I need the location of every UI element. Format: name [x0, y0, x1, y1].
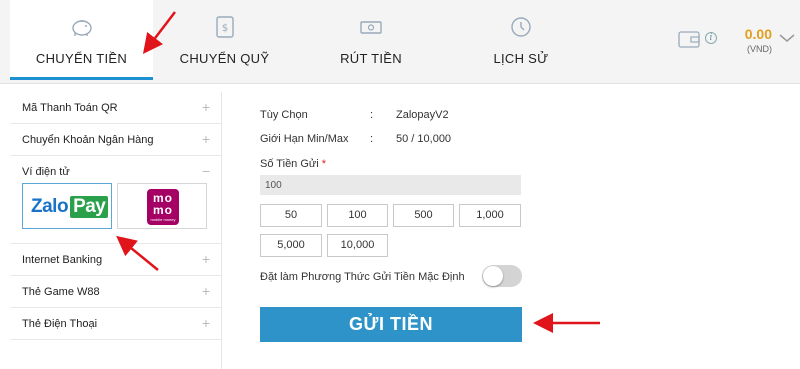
sidebar-item-label: Internet Banking: [22, 254, 103, 266]
option-value: ZalopayV2: [396, 109, 449, 121]
quick-amount-chip[interactable]: 50: [260, 204, 322, 227]
quick-amount-chip[interactable]: 10,000: [327, 234, 388, 257]
sidebar-item-label: Chuyển Khoản Ngân Hàng: [22, 134, 154, 146]
cash-icon: [360, 21, 382, 34]
info-icon[interactable]: i: [705, 32, 717, 44]
option-label: Tùy Chọn: [260, 109, 308, 121]
sidebar-item-label: Thẻ Game W88: [22, 286, 100, 298]
quick-amount-chip[interactable]: 1,000: [459, 204, 521, 227]
tab-label: RÚT TIỀN: [340, 51, 402, 66]
tab-label: CHUYỂN TIỀN: [35, 51, 128, 66]
momo-logo: mo mo mobile money: [147, 189, 179, 225]
quick-amount-chip[interactable]: 100: [327, 204, 388, 227]
momo-option[interactable]: mo mo mobile money: [117, 183, 207, 229]
expand-icon: +: [201, 251, 210, 267]
required-mark: *: [321, 158, 327, 170]
amount-label: Số Tiền Gửi *: [260, 158, 327, 170]
expand-icon: +: [201, 315, 210, 331]
tab-label: LỊCH SỬ: [493, 51, 549, 66]
collapse-icon: −: [201, 163, 210, 179]
zalopay-option[interactable]: Zalo Pay: [22, 183, 112, 229]
wallet-balance[interactable]: i 0.00 (VND): [660, 0, 800, 80]
option-separator: :: [370, 109, 374, 121]
sidebar-item-bank-transfer[interactable]: Chuyển Khoản Ngân Hàng +: [10, 124, 222, 156]
quick-amount-chip[interactable]: 5,000: [260, 234, 322, 257]
expand-icon: +: [201, 283, 210, 299]
top-navigation: CHUYỂN TIỀN $ CHUYỂN QUỸ RÚT TIỀN LỊCH S…: [0, 0, 800, 84]
toggle-knob: [483, 266, 503, 286]
limit-value: 50 / 10,000: [396, 133, 452, 145]
sidebar-item-label: Mã Thanh Toán QR: [22, 102, 118, 114]
expand-icon: +: [201, 99, 210, 115]
sidebar-item-label: Thẻ Điện Thoại: [22, 318, 98, 330]
sidebar-item-label: Ví điện tử: [22, 166, 70, 178]
expand-icon: +: [201, 131, 210, 147]
sidebar-item-phone-card[interactable]: Thẻ Điện Thoại +: [10, 308, 222, 340]
balance-amount: 0.00: [744, 26, 772, 42]
quick-amount-chip[interactable]: 500: [393, 204, 454, 227]
clock-icon: [511, 17, 531, 37]
tab-lich-su[interactable]: LỊCH SỬ: [446, 0, 596, 80]
transfer-icon: $: [215, 16, 234, 38]
wallet-icon: [678, 31, 700, 48]
limit-separator: :: [370, 133, 374, 145]
payment-methods-sidebar: Mã Thanh Toán QR + Chuyển Khoản Ngân Hàn…: [10, 92, 222, 369]
submit-deposit-button[interactable]: GỬI TIỀN: [260, 307, 522, 342]
default-method-toggle[interactable]: [482, 265, 522, 287]
tab-chuyen-quy[interactable]: $ CHUYỂN QUỸ: [153, 0, 296, 80]
chevron-down-icon[interactable]: [778, 32, 796, 44]
balance-currency: (VND): [747, 44, 772, 54]
sidebar-item-game-card[interactable]: Thẻ Game W88 +: [10, 276, 222, 308]
tab-rut-tien[interactable]: RÚT TIỀN: [296, 0, 446, 80]
svg-text:$: $: [221, 23, 227, 34]
zalopay-logo: Zalo Pay: [31, 196, 109, 218]
piggy-bank-icon: [71, 20, 92, 36]
sidebar-item-internet-banking[interactable]: Internet Banking +: [10, 244, 222, 276]
default-method-label: Đặt làm Phương Thức Gửi Tiền Mặc Định: [260, 271, 465, 283]
deposit-page: CHUYỂN TIỀN $ CHUYỂN QUỸ RÚT TIỀN LỊCH S…: [0, 0, 800, 369]
tab-chuyen-tien[interactable]: CHUYỂN TIỀN: [10, 0, 153, 80]
amount-input[interactable]: [260, 175, 521, 195]
limit-label: Giới Hạn Min/Max: [260, 133, 349, 145]
sidebar-item-qr[interactable]: Mã Thanh Toán QR +: [10, 92, 222, 124]
tab-label: CHUYỂN QUỸ: [179, 51, 270, 66]
